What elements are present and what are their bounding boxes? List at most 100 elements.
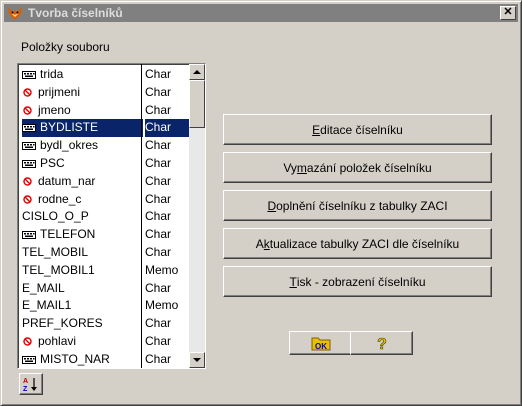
field-type: Char [145, 280, 172, 295]
field-type: Char [145, 102, 172, 117]
field-name: MISTO_NAR [40, 351, 110, 366]
print-codelist-button[interactable]: Tisk - zobrazení číselníku [223, 266, 492, 297]
no-entry-icon [23, 337, 32, 347]
field-type: Char [145, 209, 172, 224]
field-type: Memo [145, 262, 179, 277]
svg-text:Z: Z [23, 386, 28, 392]
field-name-cell: TEL_MOBIL1 [22, 262, 143, 280]
list-item[interactable]: prijmeni Char [20, 84, 189, 102]
field-name-cell: jmeno [22, 102, 143, 120]
field-name-cell: TELEFON [22, 226, 143, 244]
list-item[interactable]: jmeno Char [20, 102, 189, 120]
field-type: Char [145, 227, 172, 242]
field-name-cell: PSC [22, 155, 143, 173]
field-name: E_MAIL1 [22, 298, 72, 313]
list-item[interactable]: MISTO_NAR Char [20, 351, 189, 368]
field-name-cell: pohlavi [22, 333, 143, 351]
title-bar[interactable]: Tvorba číselníků ✕ [4, 4, 518, 22]
scroll-up-button[interactable] [189, 64, 205, 80]
field-name: rodne_c [38, 191, 82, 206]
svg-text:OK: OK [315, 342, 327, 351]
list-item[interactable]: TEL_MOBIL1 Memo [20, 262, 189, 280]
field-type: Char [145, 333, 172, 348]
question-icon: ? [376, 336, 387, 352]
svg-text:?: ? [377, 336, 387, 352]
list-item[interactable]: bydl_okres Char [20, 137, 189, 155]
field-name-cell: bydl_okres [22, 137, 143, 155]
list-item[interactable]: PREF_KORES Char [20, 315, 189, 333]
list-item[interactable]: BYDLISTE Char [20, 119, 189, 138]
field-name: CISLO_O_P [22, 209, 89, 224]
field-type: Char [145, 244, 172, 259]
field-name: trida [40, 67, 64, 81]
field-name-cell: E_MAIL [22, 280, 143, 298]
list-item[interactable]: E_MAIL Char [20, 280, 189, 298]
field-type: Char [145, 138, 172, 153]
list-item[interactable]: trida Char [20, 66, 189, 84]
list-item[interactable]: CISLO_O_P Char [20, 208, 189, 226]
dialog-window: Tvorba číselníků ✕ Položky souboru trida… [0, 0, 522, 406]
ok-button[interactable]: OK [289, 331, 352, 355]
field-name-cell: CISLO_O_P [22, 208, 143, 226]
field-name: PREF_KORES [22, 316, 103, 331]
keyboard-icon [22, 159, 36, 168]
field-name-cell: trida [22, 66, 143, 84]
update-table-button[interactable]: Ak tualizace tabulky ZACI dle číselníku [223, 228, 492, 259]
field-name-cell: BYDLISTE [22, 119, 143, 138]
field-name: datum_nar [38, 173, 96, 188]
list-item[interactable]: PSC Char [20, 155, 189, 173]
scroll-down-button[interactable] [189, 352, 205, 368]
fill-from-table-button[interactable]: Doplnění číselníku z tabulky ZACI [223, 190, 492, 221]
field-name-cell: TEL_MOBIL [22, 244, 143, 262]
help-button[interactable]: ? [350, 331, 413, 355]
field-name: TELEFON [40, 227, 96, 242]
field-type: Char [145, 155, 172, 170]
no-entry-icon [23, 195, 32, 204]
edit-codelist-button[interactable]: Editace číselníku [223, 114, 492, 145]
fields-listbox[interactable]: trida Char prijmeni Char jmeno Char BYDLISTE Ch… [17, 63, 206, 369]
list-item[interactable]: E_MAIL1 Memo [20, 297, 189, 315]
no-entry-icon [23, 88, 32, 97]
keyboard-icon [22, 124, 36, 133]
field-name-cell: E_MAIL1 [22, 297, 143, 315]
field-type: Char [145, 173, 172, 188]
arrow-up-icon [193, 70, 201, 74]
fields-list-label: Položky souboru [21, 40, 110, 54]
window-title: Tvorba číselníků [28, 6, 123, 20]
field-name-cell: PREF_KORES [22, 315, 143, 333]
field-name: bydl_okres [40, 138, 99, 153]
field-name: jmeno [38, 102, 71, 117]
field-name: E_MAIL [22, 280, 65, 295]
field-name: pohlavi [38, 333, 77, 348]
delete-items-button[interactable]: Vy m azání položek číselníku [223, 152, 492, 183]
field-type: Char [145, 316, 172, 331]
field-name: prijmeni [38, 84, 81, 99]
field-type: Char [145, 351, 172, 366]
list-item[interactable]: TELEFON Char [20, 226, 189, 244]
field-name: PSC [40, 155, 65, 170]
list-item[interactable]: pohlavi Char [20, 333, 189, 351]
field-type: Char [145, 84, 172, 99]
sort-button[interactable]: A Z [19, 373, 43, 395]
keyboard-icon [22, 231, 36, 240]
scroll-thumb[interactable] [189, 80, 205, 128]
fox-icon [8, 7, 22, 20]
field-name: TEL_MOBIL [22, 244, 89, 259]
list-scrollbar[interactable] [189, 64, 205, 368]
column-separator [141, 64, 142, 368]
arrow-down-icon [193, 358, 201, 362]
list-item[interactable]: datum_nar Char [20, 173, 189, 191]
field-type: Char [145, 119, 189, 138]
keyboard-icon [22, 355, 36, 364]
close-button[interactable]: ✕ [500, 6, 516, 20]
svg-text:A: A [23, 378, 28, 385]
fields-list: trida Char prijmeni Char jmeno Char BYDLISTE Ch… [20, 66, 189, 368]
list-item[interactable]: TEL_MOBIL Char [20, 244, 189, 262]
ok-folder-icon: OK [311, 337, 330, 351]
field-type: Char [145, 67, 172, 81]
keyboard-icon [22, 142, 36, 151]
field-name-cell: prijmeni [22, 84, 143, 102]
no-entry-icon [23, 106, 32, 115]
list-item[interactable]: rodne_c Char [20, 191, 189, 209]
field-name: TEL_MOBIL1 [22, 262, 95, 277]
